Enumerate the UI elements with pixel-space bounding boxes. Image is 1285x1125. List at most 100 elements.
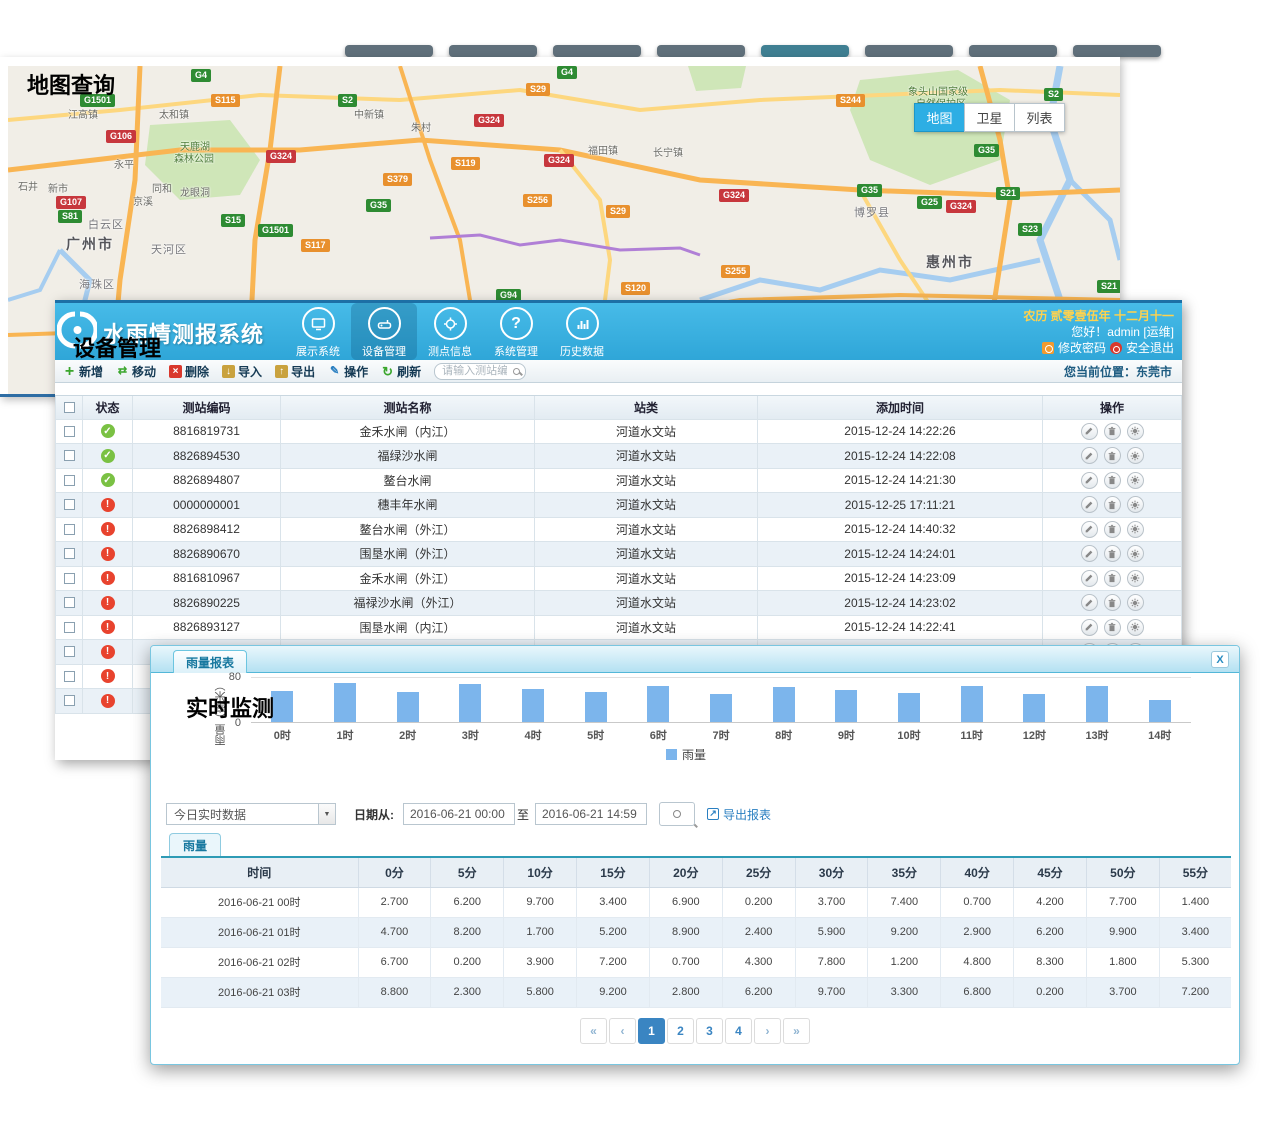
background-tab-stub[interactable] (865, 45, 953, 57)
delete-button[interactable] (1104, 594, 1121, 611)
toolbar-button-导出[interactable]: ↑导出 (275, 363, 315, 380)
background-tab-stub[interactable] (345, 45, 433, 57)
settings-button[interactable] (1127, 423, 1144, 440)
settings-button[interactable] (1127, 447, 1144, 464)
row-checkbox[interactable] (64, 695, 75, 706)
row-checkbox[interactable] (64, 548, 75, 559)
page-nav-button[interactable]: › (754, 1018, 781, 1044)
toolbar-button-导入[interactable]: ↓导入 (222, 363, 262, 380)
chart-bar[interactable] (271, 691, 293, 722)
row-checkbox[interactable] (64, 671, 75, 682)
nav-item-测点信息[interactable]: 测点信息 (417, 303, 483, 360)
row-checkbox[interactable] (64, 622, 75, 633)
map-view-button[interactable]: 卫星 (964, 103, 1015, 132)
delete-button[interactable] (1104, 570, 1121, 587)
edit-button[interactable] (1081, 619, 1098, 636)
toolbar-button-操作[interactable]: ✎操作 (328, 363, 368, 380)
settings-button[interactable] (1127, 496, 1144, 513)
period-dropdown[interactable]: 今日实时数据 ▼ (166, 803, 336, 825)
delete-button[interactable] (1104, 447, 1121, 464)
page-number-1[interactable]: 1 (638, 1018, 665, 1044)
row-checkbox[interactable] (64, 524, 75, 535)
settings-button[interactable] (1127, 472, 1144, 489)
chart-bar[interactable] (334, 683, 356, 722)
row-checkbox[interactable] (64, 646, 75, 657)
chart-bar[interactable] (961, 686, 983, 722)
settings-button[interactable] (1127, 594, 1144, 611)
toolbar-button-移动[interactable]: ⇄移动 (116, 363, 156, 380)
background-tab-stub[interactable] (657, 45, 745, 57)
settings-button[interactable] (1127, 545, 1144, 562)
background-tab-stub[interactable] (1073, 45, 1161, 57)
date-from-input[interactable] (403, 803, 515, 825)
settings-button[interactable] (1127, 619, 1144, 636)
chart-bar[interactable] (459, 684, 481, 722)
chart-bar[interactable] (773, 687, 795, 722)
chart-bar[interactable] (1149, 700, 1171, 722)
logout-link[interactable]: 安全退出 (1126, 340, 1174, 356)
toolbar-button-刷新[interactable]: ↻刷新 (381, 363, 421, 380)
chart-bar[interactable] (522, 689, 544, 722)
toolbar-button-删除[interactable]: ×删除 (169, 363, 209, 380)
tab-rainfall-report[interactable]: 雨量报表 (173, 650, 247, 673)
delete-button[interactable] (1104, 496, 1121, 513)
nav-item-系统管理[interactable]: ?系统管理 (483, 303, 549, 360)
edit-button[interactable] (1081, 423, 1098, 440)
background-tab-stub[interactable] (449, 45, 537, 57)
chart-bar[interactable] (397, 692, 419, 722)
query-button[interactable] (659, 802, 695, 826)
delete-button[interactable] (1104, 521, 1121, 538)
row-checkbox[interactable] (64, 450, 75, 461)
edit-button[interactable] (1081, 447, 1098, 464)
toolbar-button-新增[interactable]: +新增 (63, 363, 103, 380)
chart-bar[interactable] (710, 694, 732, 722)
chart-bar[interactable] (1023, 694, 1045, 722)
page-number-4[interactable]: 4 (725, 1018, 752, 1044)
chart-bar[interactable] (647, 686, 669, 722)
app-header: 水雨情测报系统 展示系统设备管理测点信息?系统管理历史数据 农历 贰零壹伍年 十… (55, 300, 1182, 360)
row-checkbox[interactable] (64, 499, 75, 510)
row-checkbox[interactable] (64, 475, 75, 486)
row-checkbox[interactable] (64, 426, 75, 437)
row-checkbox[interactable] (64, 597, 75, 608)
chart-bar[interactable] (835, 690, 857, 722)
chart-bar[interactable] (898, 693, 920, 722)
page-number-3[interactable]: 3 (696, 1018, 723, 1044)
delete-button[interactable] (1104, 545, 1121, 562)
edit-button[interactable] (1081, 570, 1098, 587)
map-place-label: 广州市 (66, 234, 114, 254)
settings-button[interactable] (1127, 521, 1144, 538)
page-nav-button[interactable]: « (580, 1018, 607, 1044)
change-password-link[interactable]: 修改密码 (1058, 340, 1106, 356)
map-view-active-button[interactable]: 地图 (914, 103, 965, 132)
page-number-2[interactable]: 2 (667, 1018, 694, 1044)
background-tab-stub[interactable] (969, 45, 1057, 57)
map-view-button[interactable]: 列表 (1014, 103, 1065, 132)
chart-bar[interactable] (1086, 686, 1108, 722)
delete-button[interactable] (1104, 619, 1121, 636)
delete-button[interactable] (1104, 423, 1121, 440)
export-report-link[interactable]: ↗ 导出报表 (707, 806, 771, 823)
delete-button[interactable] (1104, 472, 1121, 489)
edit-button[interactable] (1081, 545, 1098, 562)
background-tab-stub[interactable] (761, 45, 849, 57)
settings-button[interactable] (1127, 570, 1144, 587)
page-nav-button[interactable]: » (783, 1018, 810, 1044)
row-checkbox[interactable] (64, 573, 75, 584)
status-error-icon: ! (101, 620, 115, 634)
background-tab-stub[interactable] (553, 45, 641, 57)
nav-item-设备管理[interactable]: 设备管理 (351, 303, 417, 360)
date-to-input[interactable] (535, 803, 647, 825)
close-icon[interactable]: X (1211, 651, 1229, 668)
edit-button[interactable] (1081, 594, 1098, 611)
tab-rainfall[interactable]: 雨量 (169, 833, 221, 856)
nav-item-历史数据[interactable]: 历史数据 (549, 303, 615, 360)
nav-item-展示系统[interactable]: 展示系统 (285, 303, 351, 360)
edit-button[interactable] (1081, 496, 1098, 513)
edit-button[interactable] (1081, 472, 1098, 489)
chart-bar[interactable] (585, 692, 607, 722)
select-all-checkbox[interactable] (64, 402, 75, 413)
page-nav-button[interactable]: ‹ (609, 1018, 636, 1044)
edit-button[interactable] (1081, 521, 1098, 538)
station-code-cell: 8826898412 (133, 518, 281, 543)
